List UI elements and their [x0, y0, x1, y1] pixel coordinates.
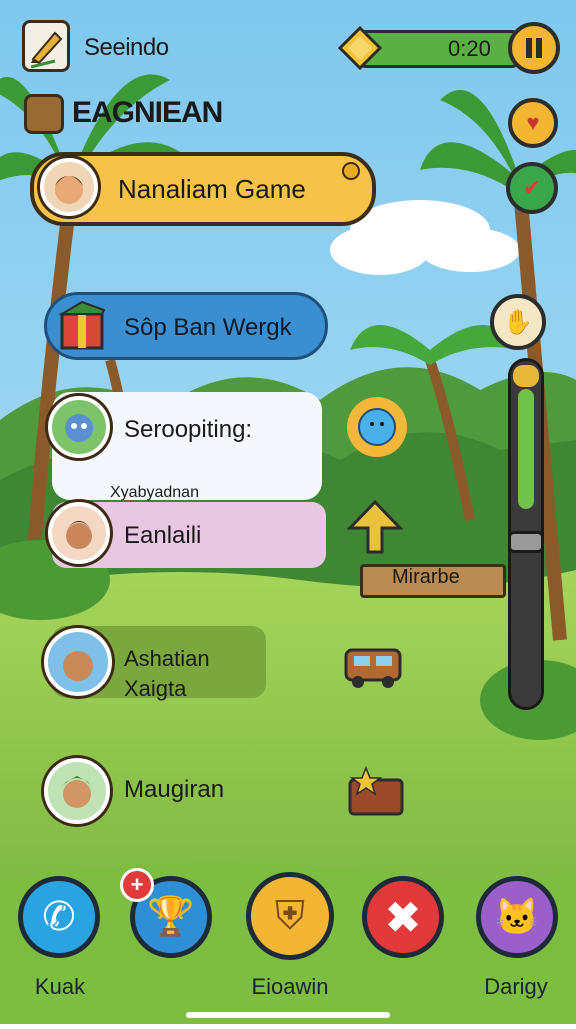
nav-label-battle: Eioawin [251, 974, 329, 999]
nav-call-button[interactable]: ✆ [18, 876, 100, 958]
signpost-label: Mirarbe [392, 566, 460, 588]
menu-item-label: Ashatian Xaigta [124, 646, 210, 701]
player-avatar [40, 158, 98, 216]
menu-item-label: Seroopiting: [124, 416, 253, 443]
add-badge[interactable]: + [120, 868, 154, 902]
menu-item-label[interactable]: Maugiran [124, 776, 224, 804]
close-icon: ✖ [385, 893, 421, 941]
home-indicator [186, 1012, 390, 1018]
pause-icon [526, 38, 542, 58]
phone-icon: ✆ [42, 895, 76, 939]
character-avatar [44, 628, 112, 696]
arrow-up-icon[interactable] [346, 498, 404, 556]
treasure-chest-icon[interactable] [344, 762, 408, 820]
side-slider-fill [518, 389, 534, 509]
leaf-icon: ✔ [522, 175, 542, 200]
cat-icon: 🐱 [494, 896, 540, 937]
nav-label-call: Kuak [34, 974, 86, 999]
side-slider-handle[interactable] [508, 531, 544, 553]
heart-icon: ♥ [526, 110, 540, 135]
character-avatar [48, 502, 110, 564]
shield-icon: ⛨ [275, 893, 305, 938]
coin-icon [342, 162, 360, 180]
nav-close-button[interactable]: ✖ [362, 876, 444, 958]
menu-item-caption: Xyabyadnan [110, 484, 199, 501]
gift-box-icon [54, 296, 112, 354]
edit-icon[interactable] [22, 20, 70, 72]
menu-item-label: Eanlaili [124, 522, 202, 549]
character-avatar[interactable] [44, 758, 110, 824]
header-subtitle: Seeindo [84, 34, 169, 61]
sun-creature-icon[interactable] [344, 394, 410, 460]
plus-icon: + [130, 872, 144, 897]
menu-item-label: Sôp Ban Wergk [124, 314, 292, 341]
side-button-3[interactable]: ✋ [490, 294, 546, 350]
trophy-icon: 🏆 [147, 896, 195, 938]
pause-button[interactable] [508, 22, 560, 74]
vehicle-icon[interactable] [340, 636, 408, 692]
score-value: 0:20 [448, 36, 491, 61]
gem-icon [337, 25, 383, 71]
side-button-2[interactable]: ✔ [506, 162, 558, 214]
side-slider-cap [513, 365, 539, 387]
nav-label-pet: Darigy [484, 974, 548, 999]
nav-battle-button[interactable]: ⛨ [246, 872, 334, 960]
hand-icon: ✋ [503, 308, 533, 336]
app-logo-icon [24, 94, 64, 134]
score-bar [358, 30, 520, 68]
side-button-1[interactable]: ♥ [508, 98, 558, 148]
character-avatar [48, 396, 110, 458]
player-name: Nanaliam Game [118, 174, 306, 204]
side-slider-track[interactable] [508, 358, 544, 710]
nav-pet-button[interactable]: 🐱 [476, 876, 558, 958]
header-title: EAGNIEAN [72, 96, 223, 129]
